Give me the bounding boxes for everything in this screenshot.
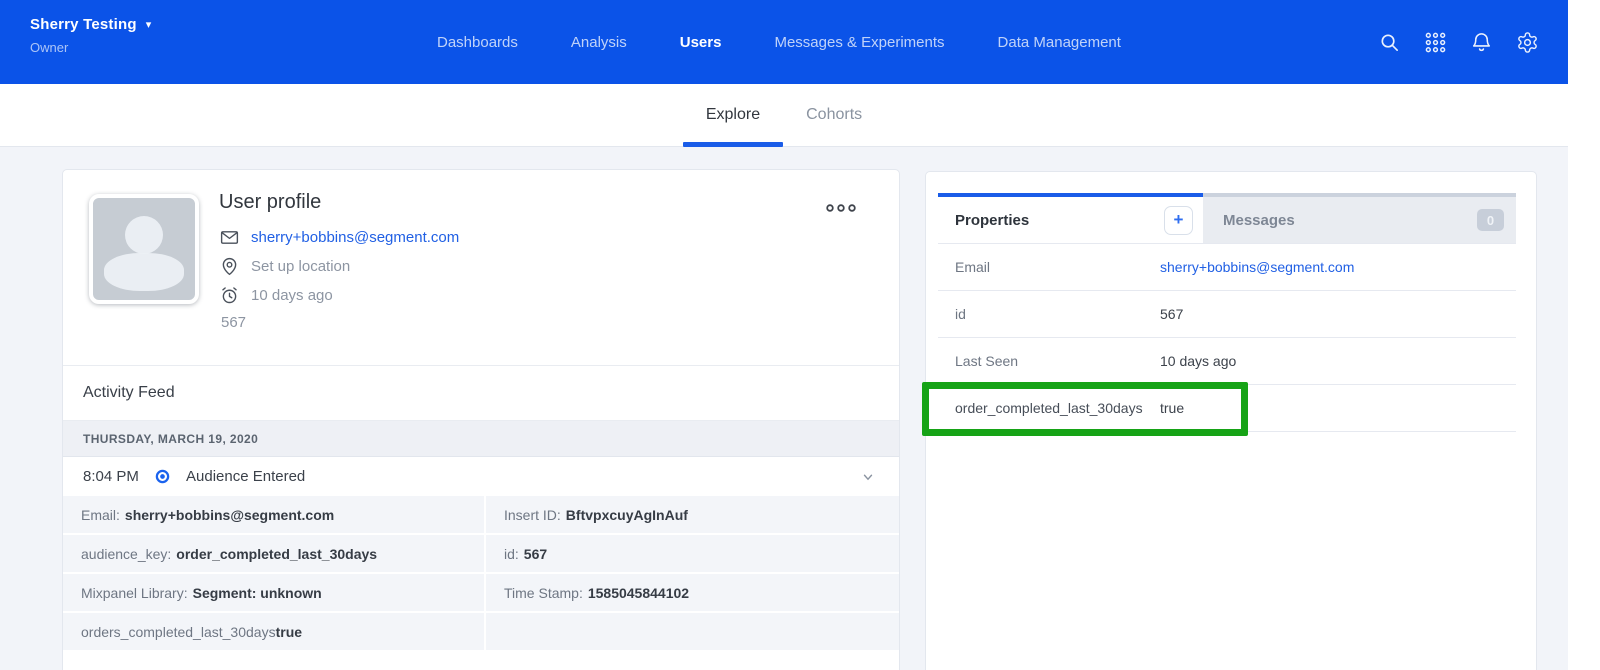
apps-grid-icon[interactable]: [1424, 31, 1447, 54]
page-title: User profile: [219, 191, 459, 214]
properties-card: Properties + Messages 0 Email sherry+bob…: [925, 171, 1537, 670]
location-pin-icon: [219, 256, 240, 277]
properties-tabbar: Properties + Messages 0: [938, 193, 1516, 243]
activity-feed-title: Activity Feed: [63, 366, 899, 421]
alarm-clock-icon: [219, 285, 240, 306]
event-detail-cell-empty: [486, 613, 899, 650]
nav-item-users[interactable]: Users: [680, 34, 722, 51]
event-detail-cell: orders_completed_last_30days true: [63, 613, 484, 650]
tab-messages-label: Messages: [1223, 212, 1295, 229]
event-time: 8:04 PM: [83, 468, 155, 485]
property-row-last-seen: Last Seen 10 days ago: [938, 338, 1516, 385]
section-tabbar: Explore Cohorts: [0, 84, 1568, 147]
event-detail-cell: Time Stamp: 1585045844102: [486, 574, 899, 611]
activity-event-row[interactable]: 8:04 PM Audience Entered: [63, 457, 899, 496]
search-icon[interactable]: [1378, 31, 1401, 54]
more-options-icon[interactable]: [825, 200, 857, 210]
profile-email-link[interactable]: sherry+bobbins@segment.com: [251, 229, 459, 246]
profile-last-seen: 10 days ago: [251, 287, 333, 304]
project-switcher[interactable]: Sherry Testing ▾ Owner: [30, 16, 151, 55]
property-row-id: id 567: [938, 291, 1516, 338]
user-profile-card: User profile sherry+bobbins@segment.com: [62, 169, 900, 670]
property-email-link[interactable]: sherry+bobbins@segment.com: [1160, 259, 1354, 275]
tab-explore-label: Explore: [706, 106, 760, 124]
activity-date-header: THURSDAY, MARCH 19, 2020: [63, 421, 899, 457]
tab-properties-label: Properties: [955, 212, 1029, 229]
nav-item-messages-experiments[interactable]: Messages & Experiments: [774, 34, 944, 51]
content-area: User profile sherry+bobbins@segment.com: [0, 147, 1568, 670]
event-name: Audience Entered: [186, 468, 305, 485]
tab-cohorts-label: Cohorts: [806, 106, 862, 124]
nav-icon-group: [1378, 0, 1539, 84]
chevron-down-icon: ▾: [146, 18, 152, 31]
event-detail-cell: id: 567: [486, 535, 899, 572]
profile-location[interactable]: Set up location: [251, 258, 350, 275]
avatar: [89, 194, 199, 304]
chevron-down-icon[interactable]: [861, 470, 875, 484]
profile-section: User profile sherry+bobbins@segment.com: [63, 170, 899, 366]
gear-icon[interactable]: [1516, 31, 1539, 54]
top-navigation: Sherry Testing ▾ Owner Dashboards Analys…: [0, 0, 1568, 84]
tab-messages[interactable]: Messages 0: [1203, 193, 1516, 243]
messages-count-badge: 0: [1477, 209, 1504, 231]
nav-item-dashboards[interactable]: Dashboards: [437, 34, 518, 51]
nav-item-analysis[interactable]: Analysis: [571, 34, 627, 51]
property-row-order-completed: order_completed_last_30days true: [938, 385, 1516, 432]
tab-explore[interactable]: Explore: [683, 84, 783, 146]
bell-icon[interactable]: [1470, 31, 1493, 54]
event-detail-cell: Mixpanel Library: Segment: unknown: [63, 574, 484, 611]
primary-nav: Dashboards Analysis Users Messages & Exp…: [437, 0, 1121, 84]
tab-cohorts[interactable]: Cohorts: [783, 84, 885, 146]
audience-event-icon: [155, 469, 170, 484]
properties-list: Email sherry+bobbins@segment.com id 567 …: [938, 243, 1516, 432]
event-detail-cell: Insert ID: BftvpxcuyAgInAuf: [486, 496, 899, 533]
project-role: Owner: [30, 40, 151, 55]
nav-item-data-management[interactable]: Data Management: [998, 34, 1121, 51]
app: Sherry Testing ▾ Owner Dashboards Analys…: [0, 0, 1600, 670]
mail-icon: [219, 227, 240, 248]
project-name: Sherry Testing: [30, 16, 137, 33]
profile-user-id: 567: [219, 314, 459, 331]
property-row-email: Email sherry+bobbins@segment.com: [938, 244, 1516, 291]
event-details-table: Email: sherry+bobbins@segment.com Insert…: [63, 496, 899, 650]
tab-properties[interactable]: Properties +: [938, 193, 1203, 243]
add-property-button[interactable]: +: [1164, 206, 1193, 235]
event-detail-cell: audience_key: order_completed_last_30day…: [63, 535, 484, 572]
event-detail-cell: Email: sherry+bobbins@segment.com: [63, 496, 484, 533]
